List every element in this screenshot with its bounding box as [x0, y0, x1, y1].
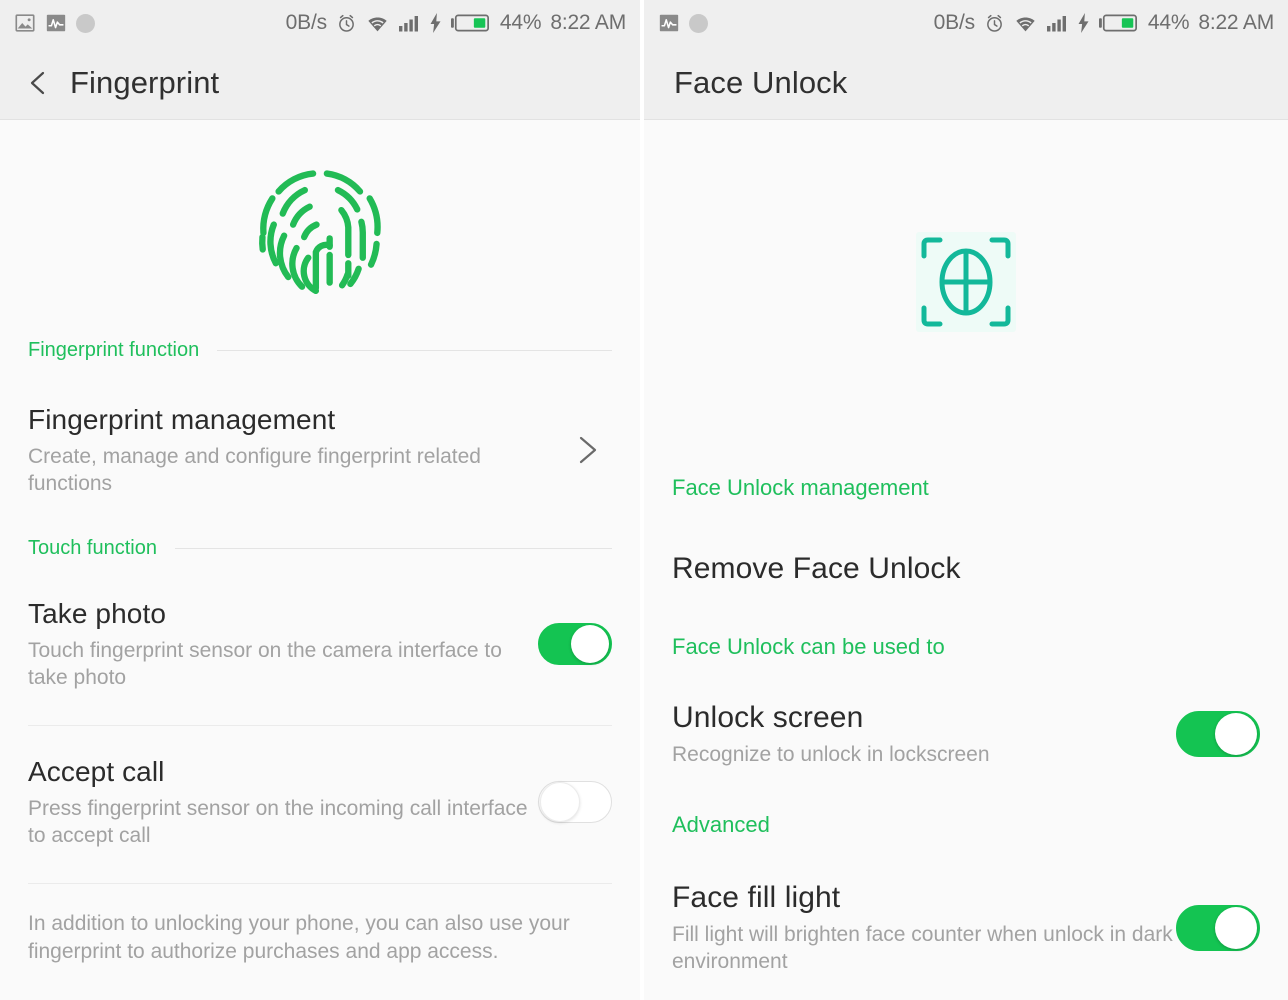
- row-text-block: Face fill light Fill light will brighten…: [672, 880, 1176, 975]
- section-label: Face Unlock management: [672, 475, 929, 500]
- battery-percent-label: 44%: [499, 11, 542, 34]
- fingerprint-footnote: In addition to unlocking your phone, you…: [28, 912, 570, 963]
- row-face-fill-light[interactable]: Face fill light Fill light will brighten…: [644, 880, 1288, 975]
- fingerprint-icon: [251, 150, 389, 307]
- status-bar-fingerprint: 0B/s 44% 8:22 AM: [0, 0, 640, 46]
- clock-label: 8:22 AM: [550, 11, 626, 34]
- section-header-face-unlock-management: Face Unlock management: [644, 475, 1288, 501]
- section-header-fingerprint-function: Fingerprint function: [0, 339, 640, 362]
- activity-chart-icon: [45, 12, 67, 34]
- fingerprint-content: Fingerprint function Fingerprint managem…: [0, 120, 640, 1000]
- toggle-take-photo[interactable]: [538, 622, 612, 665]
- page-title: Fingerprint: [70, 64, 220, 100]
- gray-circle-icon: [689, 13, 708, 33]
- row-subtitle: Create, manage and configure fingerprint…: [28, 445, 481, 495]
- activity-chart-icon: [658, 12, 680, 34]
- face-unlock-title-bar: Face Unlock: [644, 46, 1288, 120]
- dual-screenshot-container: 0B/s 44% 8:22 AM Fingerprint Fingerprint…: [0, 0, 1288, 1000]
- section-label: Touch function: [28, 537, 157, 559]
- wifi-icon: [366, 13, 389, 34]
- toggle-knob: [571, 624, 609, 663]
- wifi-icon: [1014, 13, 1037, 34]
- clock-label: 8:22 AM: [1198, 11, 1274, 34]
- row-title: Accept call: [28, 756, 165, 787]
- status-bar-left-icons: [658, 12, 708, 34]
- row-text-block: Fingerprint management Create, manage an…: [28, 402, 570, 497]
- charging-bolt-icon: [1077, 13, 1090, 33]
- status-bar-right-cluster: 0B/s 44% 8:22 AM: [285, 11, 627, 35]
- status-bar-right-cluster: 0B/s 44% 8:22 AM: [933, 11, 1275, 35]
- gray-circle-icon: [76, 13, 95, 33]
- face-scan-icon: [916, 232, 1016, 337]
- data-rate-label: 0B/s: [285, 11, 327, 34]
- toggle-knob: [540, 781, 580, 822]
- toggle-knob: [1215, 713, 1257, 755]
- face-unlock-screen: 0B/s 44% 8:22 AM Face Unlock Face Unlock…: [644, 0, 1288, 1000]
- row-subtitle: Recognize to unlock in lockscreen: [672, 743, 990, 766]
- row-title: Fingerprint management: [28, 404, 336, 435]
- row-text-block: Accept call Press fingerprint sensor on …: [28, 754, 538, 849]
- face-unlock-hero: [644, 120, 1288, 357]
- section-divider: [174, 548, 612, 549]
- toggle-face-fill-light[interactable]: [1176, 904, 1260, 951]
- section-label: Fingerprint function: [28, 339, 200, 361]
- battery-icon: [1098, 13, 1139, 33]
- row-title: Take photo: [28, 598, 166, 629]
- chevron-left-icon[interactable]: [22, 66, 56, 100]
- signal-bars-icon: [1046, 13, 1068, 33]
- row-subtitle: Touch fingerprint sensor on the camera i…: [28, 639, 502, 689]
- row-fingerprint-management[interactable]: Fingerprint management Create, manage an…: [0, 402, 640, 497]
- section-header-face-unlock-can-be-used-to: Face Unlock can be used to: [644, 634, 1288, 660]
- face-unlock-content: Face Unlock management Remove Face Unloc…: [644, 120, 1288, 1000]
- row-title: Face fill light: [672, 881, 841, 914]
- status-bar-face-unlock: 0B/s 44% 8:22 AM: [644, 0, 1288, 46]
- row-title: Remove Face Unlock: [672, 552, 961, 585]
- row-accept-call[interactable]: Accept call Press fingerprint sensor on …: [0, 754, 640, 849]
- alarm-clock-icon: [336, 13, 357, 34]
- section-label: Advanced: [672, 812, 770, 837]
- fingerprint-screen: 0B/s 44% 8:22 AM Fingerprint Fingerprint…: [0, 0, 640, 1000]
- toggle-accept-call[interactable]: [538, 780, 612, 823]
- section-label: Face Unlock can be used to: [672, 634, 945, 659]
- row-text-block: Take photo Touch fingerprint sensor on t…: [28, 596, 538, 691]
- battery-icon: [450, 13, 491, 33]
- fingerprint-title-bar: Fingerprint: [0, 46, 640, 120]
- row-remove-face-unlock[interactable]: Remove Face Unlock: [644, 551, 1288, 587]
- data-rate-label: 0B/s: [933, 11, 975, 34]
- section-divider: [217, 350, 612, 351]
- status-bar-left-icons: [14, 12, 95, 34]
- row-divider: [28, 725, 612, 726]
- charging-bolt-icon: [429, 13, 442, 33]
- row-title: Unlock screen: [672, 701, 864, 734]
- toggle-unlock-screen[interactable]: [1176, 711, 1260, 757]
- row-take-photo[interactable]: Take photo Touch fingerprint sensor on t…: [0, 596, 640, 691]
- signal-bars-icon: [398, 13, 420, 33]
- fingerprint-hero: [0, 120, 640, 327]
- section-header-touch-function: Touch function: [0, 537, 640, 560]
- page-title: Face Unlock: [674, 64, 848, 100]
- row-subtitle: Press fingerprint sensor on the incoming…: [28, 797, 528, 847]
- toggle-knob: [1215, 906, 1257, 949]
- alarm-clock-icon: [984, 13, 1005, 34]
- row-subtitle: Fill light will brighten face counter wh…: [672, 923, 1173, 973]
- row-unlock-screen[interactable]: Unlock screen Recognize to unlock in loc…: [644, 700, 1288, 768]
- image-icon: [14, 12, 36, 34]
- battery-percent-label: 44%: [1147, 11, 1190, 34]
- section-header-advanced: Advanced: [644, 812, 1288, 838]
- chevron-right-icon[interactable]: [570, 429, 604, 471]
- row-text-block: Unlock screen Recognize to unlock in loc…: [672, 700, 1176, 768]
